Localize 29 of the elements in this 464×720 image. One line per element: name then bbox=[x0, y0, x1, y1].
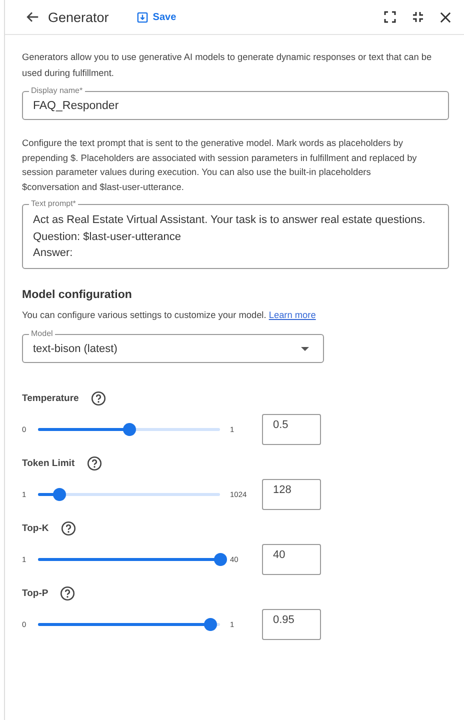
intro-text: Generators allow you to use generative AI models to generate dynamic responses or text that can be used during fulfillment. bbox=[22, 51, 433, 80]
prompt-help-text: Configure the text prompt that is sent to the generative model. Mark words as placeholders by prepending $. Placeholders are associated with session parameters in fulfillment and replaced by session parameter values during execution. You can also use the built-in placeholders $conversation and $last-user-utterance. bbox=[22, 137, 418, 194]
help-icon[interactable] bbox=[90, 390, 106, 406]
help-icon[interactable] bbox=[60, 520, 76, 536]
parameter-label: Temperature bbox=[22, 392, 79, 404]
dropdown-caret-icon bbox=[301, 346, 309, 350]
save-icon bbox=[136, 12, 148, 22]
section-heading: Model configuration bbox=[22, 289, 133, 301]
slider-thumb[interactable] bbox=[122, 422, 136, 436]
parameter-label: Token Limit bbox=[22, 458, 75, 468]
value-input[interactable]: 128 bbox=[262, 478, 321, 510]
value-input[interactable]: 0.95 bbox=[262, 608, 321, 640]
exit-fullscreen-icon bbox=[412, 11, 424, 23]
fullscreen-icon bbox=[384, 11, 396, 23]
slider-thumb[interactable] bbox=[214, 552, 226, 566]
slider-thumb[interactable] bbox=[204, 618, 218, 630]
slider-thumb[interactable] bbox=[53, 488, 66, 500]
parameter-label: Top-K bbox=[22, 522, 49, 534]
back-arrow-icon bbox=[25, 10, 39, 24]
parameter-label: Top-P bbox=[22, 588, 48, 598]
model-config-text: You can configure various settings to customize your model. Learn more bbox=[22, 309, 317, 322]
save-button[interactable]: Save bbox=[134, 10, 178, 24]
learn-more-link[interactable]: Learn more bbox=[268, 310, 316, 320]
close-icon bbox=[440, 12, 451, 22]
help-icon[interactable] bbox=[86, 456, 102, 470]
value-input[interactable]: 40 bbox=[262, 544, 321, 574]
help-icon[interactable] bbox=[60, 586, 76, 600]
panel-title: Generator bbox=[48, 10, 109, 24]
value-input[interactable]: 0.5 bbox=[262, 414, 321, 444]
